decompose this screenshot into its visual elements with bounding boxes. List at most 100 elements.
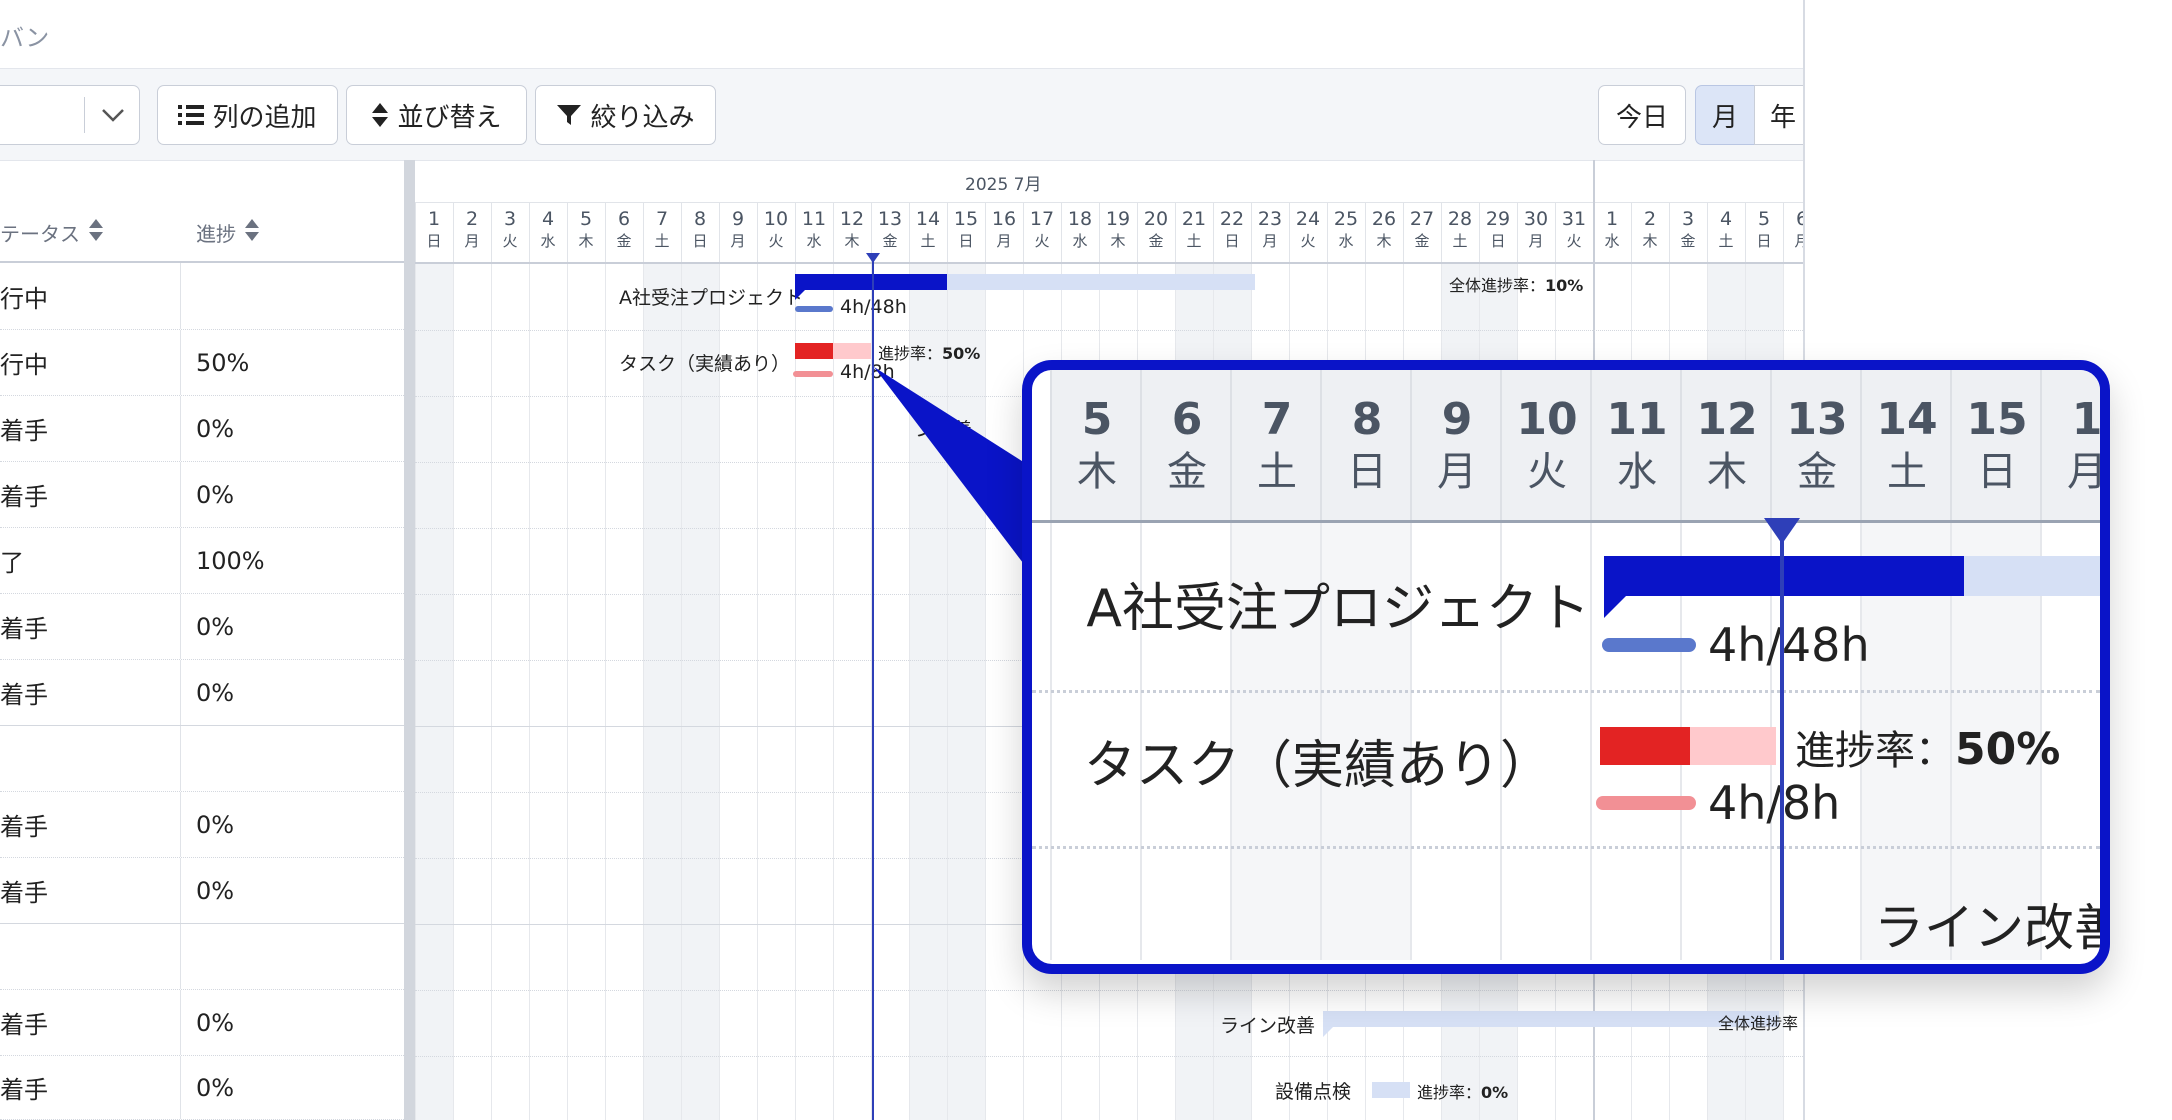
progress-cell: 0% bbox=[196, 612, 235, 641]
day-label[interactable]: 4水 bbox=[529, 203, 567, 263]
day-label[interactable]: 17 火 bbox=[1023, 203, 1061, 263]
day-label[interactable]: 8日 bbox=[681, 203, 719, 263]
day-label[interactable]: 31 火 bbox=[1555, 203, 1593, 263]
day-column bbox=[567, 263, 605, 1120]
table-row[interactable]: 着手 0% bbox=[0, 990, 404, 1056]
day-weekday: 木 bbox=[578, 232, 594, 250]
day-label[interactable]: 15 日 bbox=[947, 203, 985, 263]
toolbar: 列の追加 並び替え 絞り込み 今日 月 年 bbox=[0, 69, 1803, 161]
day-label[interactable]: 29 日 bbox=[1479, 203, 1517, 263]
day-column bbox=[757, 263, 795, 1120]
month-view-button[interactable]: 月 bbox=[1695, 85, 1755, 145]
day-label[interactable]: 11 水 bbox=[795, 203, 833, 263]
table-row[interactable]: 着手 0% bbox=[0, 462, 404, 528]
sort-icon bbox=[371, 102, 389, 128]
table-row[interactable]: 行中 50% bbox=[0, 330, 404, 396]
day-label[interactable]: 3金 bbox=[1669, 203, 1707, 263]
status-cell: 着手 bbox=[0, 1056, 181, 1119]
day-number: 30 bbox=[1523, 208, 1549, 230]
day-label[interactable]: 19 木 bbox=[1099, 203, 1137, 263]
day-weekday: 日 bbox=[1224, 232, 1240, 250]
sort-icon bbox=[244, 218, 260, 247]
list-icon bbox=[178, 103, 205, 127]
day-label[interactable]: 1水 bbox=[1593, 203, 1631, 263]
day-number: 31 bbox=[1561, 208, 1587, 230]
zoom-row-line bbox=[1032, 846, 2100, 849]
zoom-day-weekday: 土 bbox=[1257, 449, 1297, 495]
day-label[interactable]: 26 木 bbox=[1365, 203, 1403, 263]
table-row[interactable]: 着手 0% bbox=[0, 858, 404, 924]
day-label[interactable]: 5木 bbox=[567, 203, 605, 263]
table-row[interactable]: 着手 0% bbox=[0, 792, 404, 858]
table-row[interactable]: 着手 0% bbox=[0, 1056, 404, 1120]
zoom-task-hours: 4h/8h bbox=[1708, 776, 1841, 830]
today-button[interactable]: 今日 bbox=[1598, 85, 1686, 145]
zoom-day-number: 1 bbox=[2071, 394, 2103, 445]
day-weekday: 火 bbox=[502, 232, 518, 250]
table-row[interactable]: 行中 bbox=[0, 263, 404, 330]
day-label[interactable]: 28 土 bbox=[1441, 203, 1479, 263]
day-number: 1 bbox=[427, 208, 441, 230]
status-column-header[interactable]: テータス bbox=[0, 218, 104, 247]
day-label[interactable]: 2木 bbox=[1631, 203, 1669, 263]
day-label[interactable]: 6月 bbox=[1783, 203, 1803, 263]
line-improvement-progress: 全体進捗率 bbox=[1718, 1014, 1799, 1033]
day-label[interactable]: 18 水 bbox=[1061, 203, 1099, 263]
pane-splitter[interactable] bbox=[404, 160, 415, 1120]
progress-column-header[interactable]: 進捗 bbox=[196, 218, 260, 247]
table-row[interactable]: 了 100% bbox=[0, 528, 404, 594]
view-select[interactable] bbox=[0, 85, 140, 145]
day-label[interactable]: 20 金 bbox=[1137, 203, 1175, 263]
day-label[interactable]: 24 火 bbox=[1289, 203, 1327, 263]
day-number: 24 bbox=[1295, 208, 1321, 230]
day-label[interactable]: 4土 bbox=[1707, 203, 1745, 263]
day-number: 27 bbox=[1409, 208, 1435, 230]
table-row[interactable]: 着手 0% bbox=[0, 594, 404, 660]
day-number: 5 bbox=[579, 208, 593, 230]
day-label[interactable]: 30 月 bbox=[1517, 203, 1555, 263]
table-row[interactable]: 着手 0% bbox=[0, 396, 404, 462]
table-row[interactable] bbox=[0, 726, 404, 792]
day-label[interactable]: 14 土 bbox=[909, 203, 947, 263]
add-columns-button[interactable]: 列の追加 bbox=[157, 85, 338, 145]
day-label[interactable]: 16 月 bbox=[985, 203, 1023, 263]
year-view-button[interactable]: 年 bbox=[1754, 85, 1803, 145]
day-label[interactable]: 27 金 bbox=[1403, 203, 1441, 263]
day-label[interactable]: 10 火 bbox=[757, 203, 795, 263]
line-improvement-bar[interactable] bbox=[1323, 1011, 1779, 1027]
today-label: 今日 bbox=[1615, 102, 1668, 133]
zoom-task-progress-label: 進捗率： bbox=[1795, 728, 1955, 774]
day-label[interactable]: 5日 bbox=[1745, 203, 1783, 263]
zoom-line-improvement-label: ライン改善 bbox=[1874, 899, 2110, 957]
day-label[interactable]: 2月 bbox=[453, 203, 491, 263]
day-label[interactable]: 1日 bbox=[415, 203, 453, 263]
task-bar-actual[interactable] bbox=[795, 343, 833, 359]
day-label[interactable]: 7土 bbox=[643, 203, 681, 263]
inspection-bar[interactable] bbox=[1372, 1082, 1410, 1098]
table-row[interactable] bbox=[0, 924, 404, 990]
zoom-header-border bbox=[1032, 520, 2100, 523]
day-weekday: 金 bbox=[1414, 232, 1430, 250]
project-bar-actual[interactable] bbox=[795, 274, 947, 290]
day-weekday: 土 bbox=[1718, 232, 1734, 250]
table-row[interactable]: 着手 0% bbox=[0, 660, 404, 726]
sort-icon bbox=[88, 218, 104, 247]
day-label[interactable]: 25 水 bbox=[1327, 203, 1365, 263]
day-weekday: 火 bbox=[1034, 232, 1050, 250]
inspection-progress-label: 進捗率： bbox=[1417, 1083, 1482, 1102]
day-label[interactable]: 3火 bbox=[491, 203, 529, 263]
day-label[interactable]: 21 土 bbox=[1175, 203, 1213, 263]
filter-button[interactable]: 絞り込み bbox=[535, 85, 716, 145]
day-number: 17 bbox=[1029, 208, 1055, 230]
line-improvement-bar-notch bbox=[1323, 1027, 1333, 1037]
day-label[interactable]: 23 月 bbox=[1251, 203, 1289, 263]
day-label[interactable]: 22 日 bbox=[1213, 203, 1251, 263]
sort-button[interactable]: 並び替え bbox=[346, 85, 527, 145]
day-column bbox=[909, 263, 947, 1120]
day-label[interactable]: 9月 bbox=[719, 203, 757, 263]
day-number: 2 bbox=[1643, 208, 1657, 230]
project-progress-label: 全体進捗率： bbox=[1449, 276, 1546, 295]
day-label[interactable]: 6金 bbox=[605, 203, 643, 263]
zoom-day-number: 7 bbox=[1261, 394, 1293, 445]
day-number: 12 bbox=[839, 208, 865, 230]
